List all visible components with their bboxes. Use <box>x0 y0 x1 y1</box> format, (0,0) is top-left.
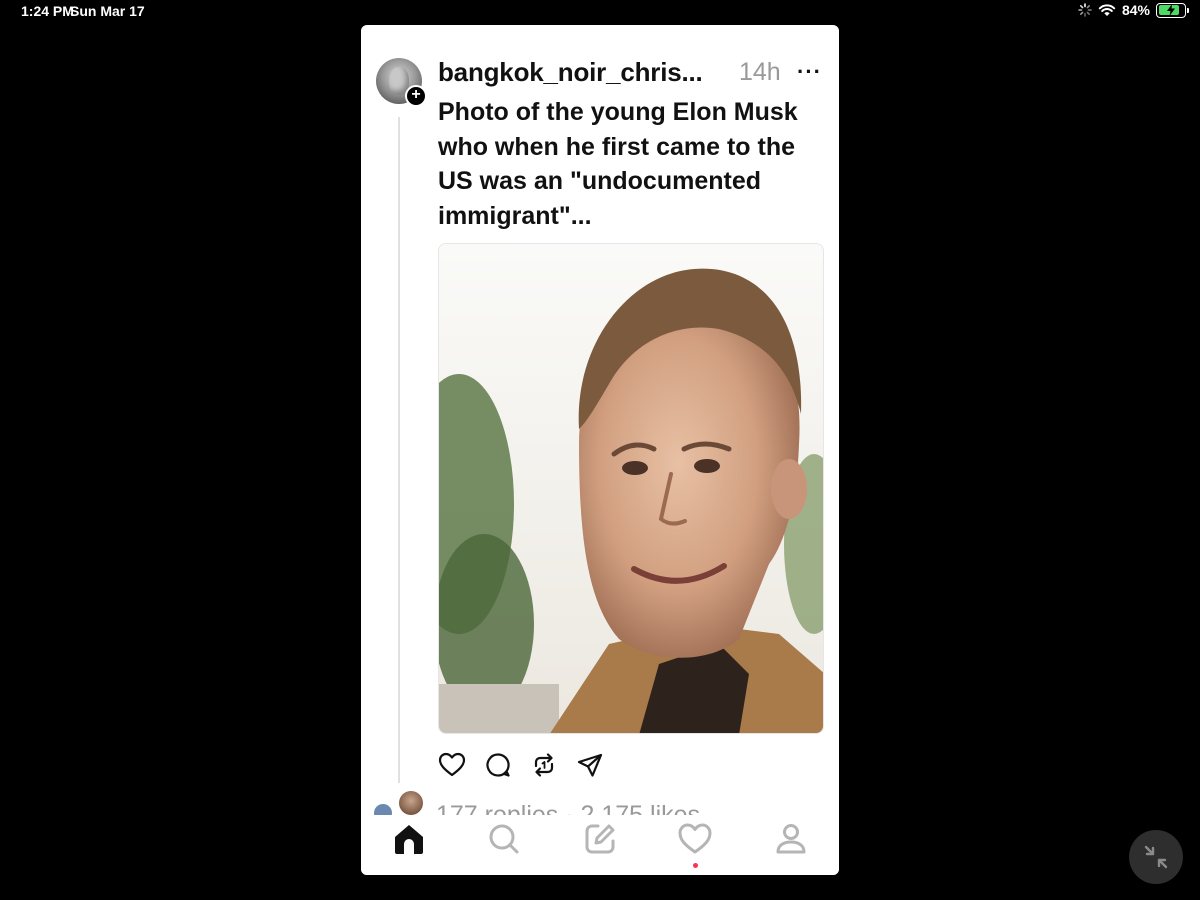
status-time: 1:24 PM <box>21 3 74 19</box>
status-indicators: 84% <box>1078 2 1189 18</box>
battery-percent: 84% <box>1121 2 1150 18</box>
status-bar: 1:24 PM Sun Mar 17 84% <box>0 0 1200 24</box>
like-icon[interactable] <box>438 751 466 779</box>
battery-charging-icon <box>1156 2 1189 18</box>
compose-icon[interactable] <box>582 821 618 857</box>
status-date: Sun Mar 17 <box>70 3 145 19</box>
collapse-arrows-icon <box>1144 845 1168 869</box>
battery-nub <box>1187 7 1189 13</box>
follow-button[interactable]: + <box>405 85 427 107</box>
home-icon[interactable] <box>391 821 427 857</box>
notification-dot <box>693 863 698 868</box>
replier-avatar <box>374 804 392 815</box>
activity-heart-icon[interactable] <box>677 821 713 868</box>
more-options-button[interactable]: ··· <box>797 59 822 85</box>
post-timestamp: 14h <box>739 58 781 86</box>
search-icon[interactable] <box>486 821 522 857</box>
reply-icon[interactable] <box>484 751 512 779</box>
thread-line <box>398 117 400 783</box>
post-username[interactable]: bangkok_noir_chris... <box>438 57 703 88</box>
wifi-icon <box>1098 3 1116 17</box>
post-stats-row: 177 replies · 2,175 likes <box>371 791 831 815</box>
minimize-window-button[interactable] <box>1129 830 1183 884</box>
share-icon[interactable] <box>576 751 604 779</box>
post-action-bar <box>438 751 604 779</box>
portrait-photo <box>439 244 823 733</box>
profile-icon[interactable] <box>773 821 809 857</box>
post-photo[interactable] <box>438 243 824 734</box>
bottom-tab-bar <box>361 815 839 875</box>
replier-avatar <box>399 791 423 815</box>
post-text: Photo of the young Elon Musk who when he… <box>438 98 798 230</box>
post-stats[interactable]: 177 replies · 2,175 likes <box>436 801 700 815</box>
charging-bolt-icon <box>1167 3 1175 16</box>
activity-spinner-icon <box>1078 3 1092 17</box>
repost-icon[interactable] <box>530 751 558 779</box>
threads-app-window: + bangkok_noir_chris... 14h ··· Photo of… <box>361 25 839 875</box>
